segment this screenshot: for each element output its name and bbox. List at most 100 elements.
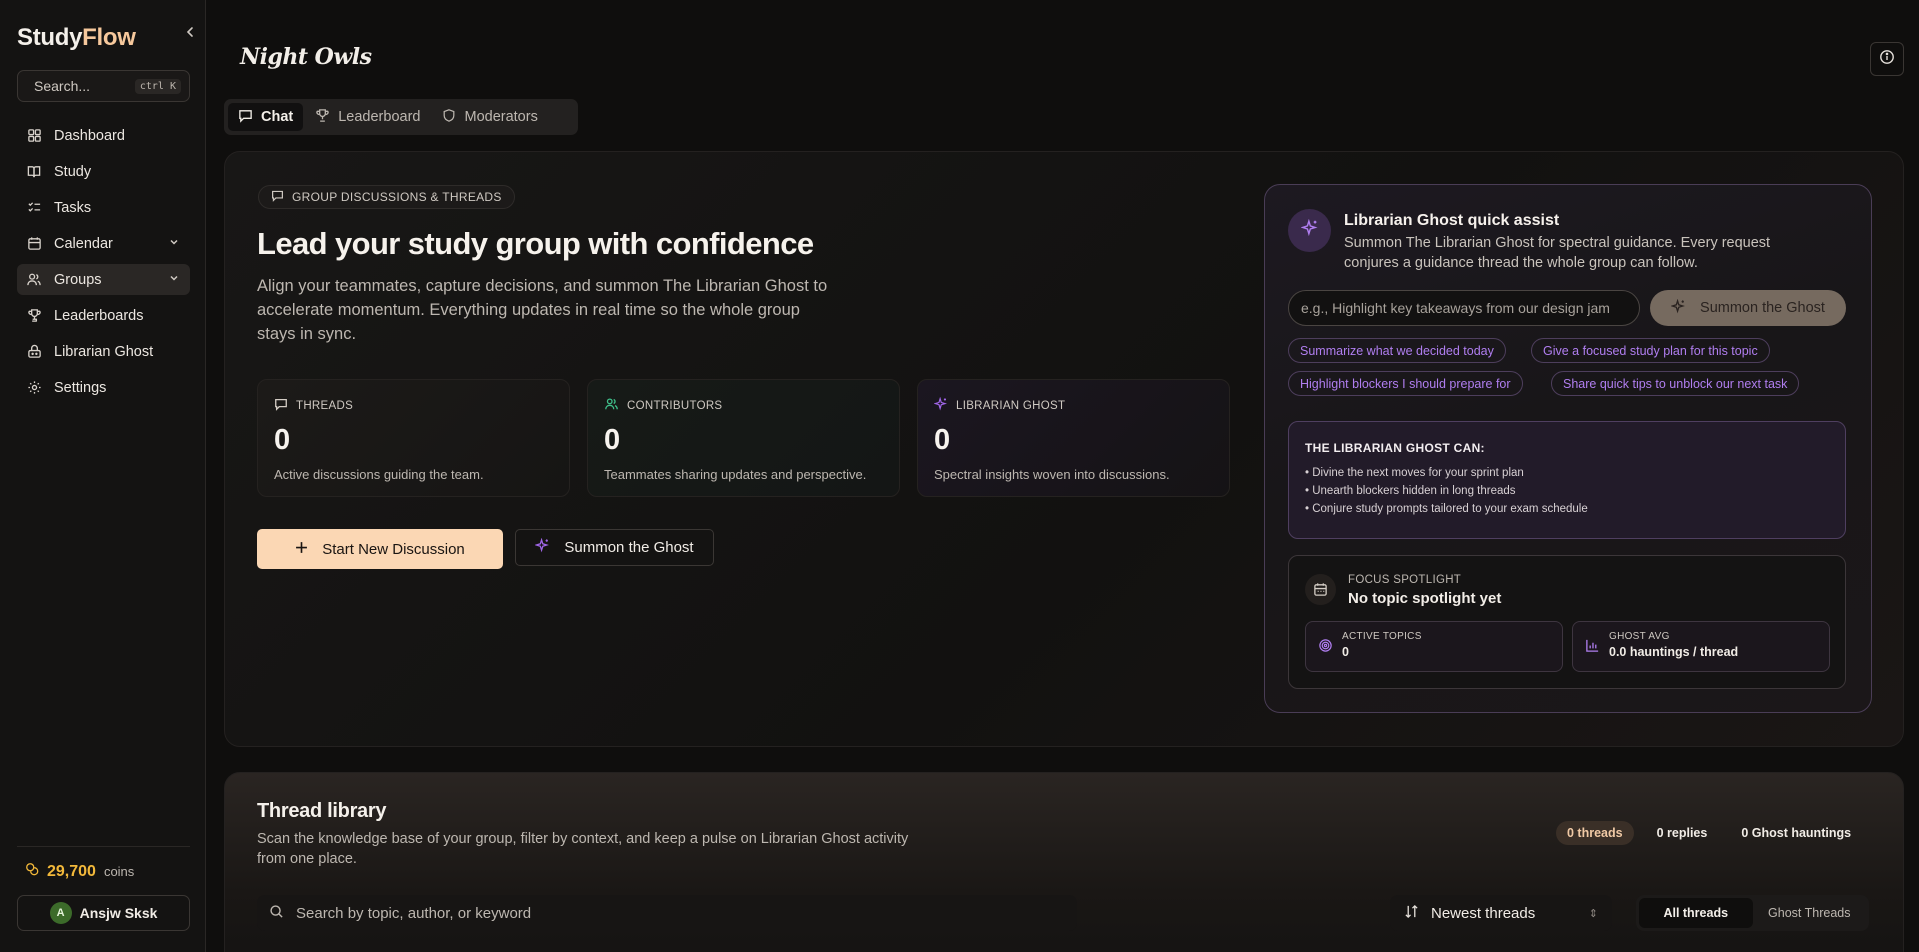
chat-icon	[271, 189, 284, 205]
search-input[interactable]: Search...	[34, 78, 90, 94]
thread-search[interactable]: Search by topic, author, or keyword	[257, 895, 1077, 931]
replies-count-badge: 0 replies	[1656, 826, 1708, 840]
focus-value: No topic spotlight yet	[1348, 590, 1502, 607]
calendar-icon	[1305, 574, 1336, 605]
plus-icon	[295, 541, 308, 558]
stat-description: Spectral insights woven into discussions…	[934, 467, 1170, 482]
ghost-count-badge: 0 Ghost hauntings	[1741, 826, 1852, 840]
bar-chart-icon	[1585, 638, 1600, 658]
sidebar-item-calendar[interactable]: Calendar	[17, 228, 190, 259]
users-icon	[604, 397, 619, 414]
button-label: Summon the Ghost	[1700, 300, 1825, 316]
tab-label: Leaderboard	[338, 109, 421, 125]
users-icon	[26, 272, 42, 288]
user-menu-button[interactable]: A Ansjw Sksk	[17, 895, 190, 931]
capability-item: • Unearth blockers hidden in long thread…	[1305, 485, 1516, 497]
stat-card-threads: THREADS 0 Active discussions guiding the…	[257, 379, 570, 497]
search-icon	[269, 904, 284, 923]
stat-value: 0	[274, 424, 291, 456]
stat-value: 0	[604, 424, 621, 456]
sidebar: StudyFlow Search... ctrl K Dashboard Stu…	[0, 0, 206, 952]
group-tabs: Chat Leaderboard Moderators	[224, 99, 578, 135]
shield-icon	[442, 108, 456, 127]
sidebar-item-label: Librarian Ghost	[54, 343, 154, 360]
suggestion-chip[interactable]: Summarize what we decided today	[1288, 338, 1506, 363]
collapse-sidebar-icon[interactable]	[180, 22, 200, 42]
tab-chat[interactable]: Chat	[228, 103, 304, 131]
chevron-down-icon[interactable]	[168, 272, 180, 288]
sidebar-divider	[17, 846, 190, 847]
coins-label: coins	[103, 864, 135, 879]
checklist-icon	[26, 200, 42, 216]
stat-label: THREADS	[296, 399, 354, 412]
chat-icon	[274, 397, 288, 414]
ghost-avatar	[1288, 209, 1331, 252]
section-badge: GROUP DISCUSSIONS & THREADS	[258, 185, 515, 209]
info-button[interactable]	[1870, 42, 1904, 76]
badge-label: GROUP DISCUSSIONS & THREADS	[292, 190, 502, 204]
trophy-icon	[26, 308, 42, 324]
sidebar-item-groups[interactable]: Groups	[17, 264, 190, 295]
suggestion-chip[interactable]: Give a focused study plan for this topic	[1531, 338, 1770, 363]
button-label: Start New Discussion	[322, 540, 465, 558]
tab-leaderboard[interactable]: Leaderboard	[305, 103, 430, 131]
calendar-icon	[26, 236, 42, 252]
active-topics-card: ACTIVE TOPICS 0	[1305, 621, 1563, 672]
search-input[interactable]: Search by topic, author, or keyword	[296, 905, 531, 922]
stat-card-contributors: CONTRIBUTORS 0 Teammates sharing updates…	[587, 379, 900, 497]
start-discussion-button[interactable]: Start New Discussion	[257, 529, 503, 569]
sidebar-item-label: Groups	[54, 271, 102, 288]
sidebar-item-librarian-ghost[interactable]: Librarian Ghost	[17, 336, 190, 367]
user-name: Ansjw Sksk	[79, 905, 158, 921]
sidebar-item-settings[interactable]: Settings	[17, 372, 190, 403]
chat-icon	[238, 108, 253, 127]
sidebar-item-leaderboards[interactable]: Leaderboards	[17, 300, 190, 331]
stat-label: LIBRARIAN GHOST	[956, 399, 1066, 412]
capabilities-title: THE LIBRARIAN GHOST CAN:	[1305, 441, 1485, 455]
brand-logo[interactable]: StudyFlow	[17, 24, 136, 52]
info-icon	[1879, 49, 1895, 70]
trophy-icon	[315, 108, 330, 127]
capability-item: • Divine the next moves for your sprint …	[1305, 467, 1524, 479]
summon-ghost-button[interactable]: Summon the Ghost	[515, 529, 714, 566]
target-icon	[1318, 638, 1333, 658]
tab-moderators[interactable]: Moderators	[432, 103, 547, 131]
page-title: Night Owls	[240, 44, 372, 70]
summon-ghost-submit-button[interactable]: Summon the Ghost	[1650, 290, 1846, 326]
tab-label: Moderators	[464, 109, 538, 125]
ghost-icon	[26, 344, 42, 360]
metric-label: ACTIVE TOPICS	[1342, 631, 1422, 642]
book-icon	[26, 164, 42, 180]
stat-description: Teammates sharing updates and perspectiv…	[604, 467, 867, 482]
library-counts: 0 threads 0 replies 0 Ghost hauntings	[1556, 821, 1862, 845]
sparkles-icon	[1299, 218, 1319, 242]
sparkles-icon	[933, 396, 948, 414]
suggestion-chip[interactable]: Share quick tips to unblock our next tas…	[1551, 371, 1800, 396]
coins-icon	[25, 862, 39, 881]
filter-ghost-threads[interactable]: Ghost Threads	[1753, 898, 1867, 928]
sidebar-item-tasks[interactable]: Tasks	[17, 192, 190, 223]
avatar: A	[49, 902, 72, 924]
filter-all-threads[interactable]: All threads	[1639, 898, 1753, 928]
sort-select[interactable]: Newest threads ⇕	[1390, 895, 1612, 931]
tab-label: Chat	[261, 109, 294, 125]
search-shortcut: ctrl K	[134, 78, 181, 94]
sidebar-item-label: Calendar	[54, 235, 113, 252]
ghost-panel-subtitle: Summon The Librarian Ghost for spectral …	[1344, 235, 1771, 271]
chevron-down-icon[interactable]	[168, 236, 180, 252]
sidebar-item-dashboard[interactable]: Dashboard	[17, 120, 190, 151]
stat-value: 0	[934, 424, 951, 456]
sort-value: Newest threads	[1431, 904, 1536, 922]
sparkles-icon	[534, 537, 550, 557]
stat-label: CONTRIBUTORS	[627, 399, 723, 412]
button-label: Summon the Ghost	[564, 539, 694, 556]
gear-icon	[26, 380, 42, 396]
sidebar-search[interactable]: Search... ctrl K	[17, 70, 190, 102]
hero-subtitle: Align your teammates, capture decisions,…	[257, 277, 828, 343]
hero-title: Lead your study group with confidence	[257, 226, 814, 261]
chevron-updown-icon: ⇕	[1588, 907, 1598, 920]
sidebar-item-study[interactable]: Study	[17, 156, 190, 187]
library-title: Thread library	[257, 800, 387, 822]
ghost-prompt-input[interactable]: e.g., Highlight key takeaways from our d…	[1288, 290, 1640, 326]
suggestion-chip[interactable]: Highlight blockers I should prepare for	[1288, 371, 1523, 396]
